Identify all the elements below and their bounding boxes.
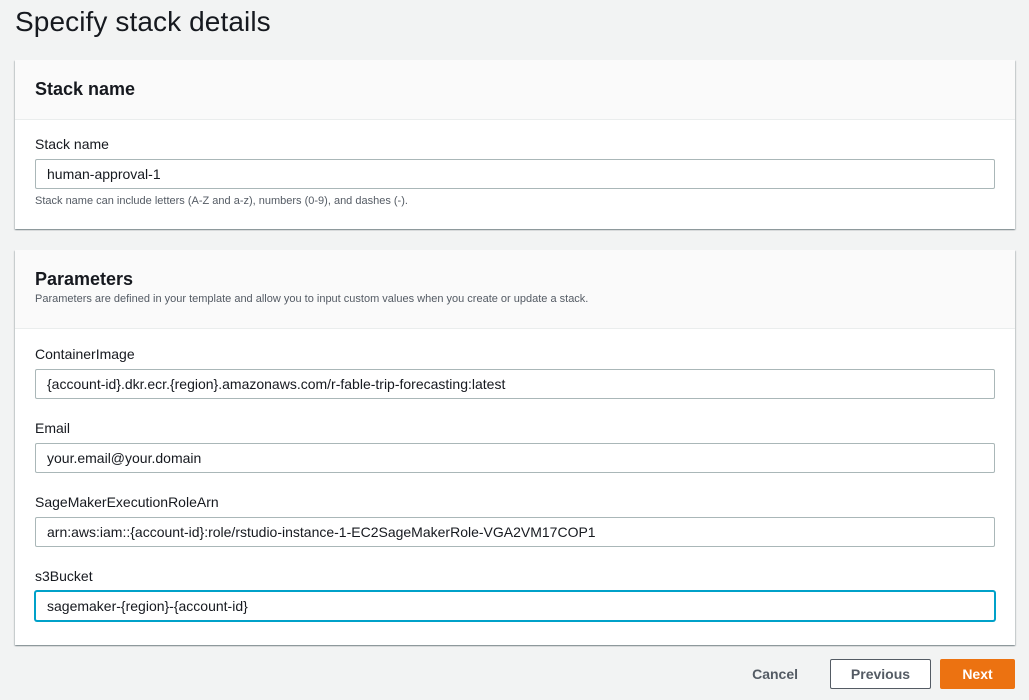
parameters-description: Parameters are defined in your template … xyxy=(35,293,589,305)
stack-name-hint: Stack name can include letters (A-Z and … xyxy=(35,195,408,207)
stack-name-panel-header: Stack name xyxy=(15,60,1015,120)
stack-name-heading: Stack name xyxy=(35,79,136,99)
s3-bucket-input[interactable] xyxy=(35,591,995,621)
stack-name-label: Stack name xyxy=(35,136,109,152)
page-title: Specify stack details xyxy=(15,6,271,37)
cancel-button[interactable]: Cancel xyxy=(732,659,818,689)
parameters-panel: Parameters Parameters are defined in you… xyxy=(15,250,1015,645)
previous-button[interactable]: Previous xyxy=(830,659,931,689)
container-image-input[interactable] xyxy=(35,369,995,399)
s3-bucket-label: s3Bucket xyxy=(35,568,93,584)
container-image-label: ContainerImage xyxy=(35,346,135,362)
stack-name-panel-body: Stack name Stack name can include letter… xyxy=(15,120,1015,207)
stack-name-input[interactable] xyxy=(35,159,995,189)
stack-name-panel: Stack name Stack name Stack name can inc… xyxy=(15,60,1015,229)
sagemaker-execution-role-arn-label: SageMakerExecutionRoleArn xyxy=(35,494,219,510)
parameters-panel-header: Parameters Parameters are defined in you… xyxy=(15,250,1015,329)
parameters-panel-body: ContainerImage Email SageMakerExecutionR… xyxy=(15,329,1015,621)
next-button[interactable]: Next xyxy=(940,659,1015,689)
parameters-heading: Parameters xyxy=(35,269,134,289)
email-input[interactable] xyxy=(35,443,995,473)
email-label: Email xyxy=(35,420,71,436)
sagemaker-execution-role-arn-input[interactable] xyxy=(35,517,995,547)
wizard-footer: Cancel Previous Next xyxy=(732,659,1015,689)
